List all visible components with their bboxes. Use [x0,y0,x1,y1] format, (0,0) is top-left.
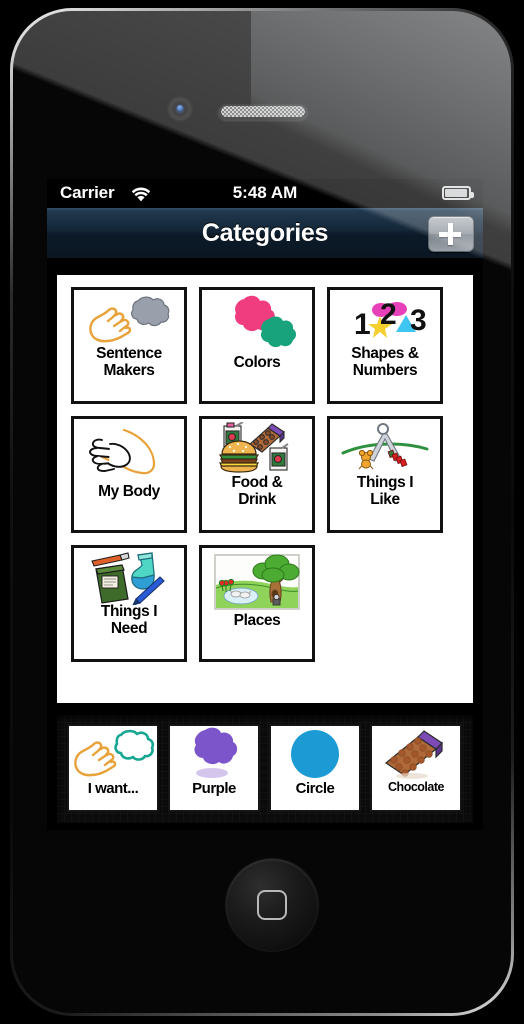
hand-speech-teal-icon [69,726,157,781]
category-cell-places[interactable]: Places [199,545,315,662]
tray-item-label: Circle [295,780,335,797]
category-label-line1: Sentence [96,345,162,362]
category-cell-shapes-numbers[interactable]: 1 2 3 Shapes & Numbers [327,287,443,404]
tray-item-label: I want... [87,780,139,797]
hand-speech-icon [74,294,184,346]
tray-item-circle[interactable]: Circle [269,724,361,812]
blue-circle-icon [271,726,359,781]
hand-foot-icon [74,422,184,484]
tray-item-chocolate[interactable]: Chocolate [370,724,462,812]
svg-text:2: 2 [380,298,397,331]
battery-icon [442,186,474,200]
home-button-square [257,890,287,920]
category-cell-things-i-need[interactable]: Things I Need [71,545,187,662]
earpiece-speaker-icon [218,103,308,120]
svg-text:3: 3 [410,304,427,337]
category-cell-my-body[interactable]: My Body [71,416,187,533]
tray-item-purple[interactable]: Purple [168,724,260,812]
burger-drink-icon [202,422,312,475]
device-glass: Carrier 5:48 AM Categories Sentence Make… [13,11,511,1013]
home-button-icon[interactable] [226,859,318,951]
add-category-button[interactable] [428,216,474,252]
camera-icon [170,99,190,119]
category-label-line2: Makers [103,361,155,379]
category-cell-things-i-like[interactable]: Things I Like [327,416,443,533]
phone-screen: Carrier 5:48 AM Categories Sentence Make… [47,179,483,830]
purple-blob-icon [170,726,258,781]
book-sock-icon [74,552,184,605]
category-label-line1: Things I [100,603,158,620]
category-label-line1: Colors [233,354,281,371]
category-cell-sentence-makers[interactable]: Sentence Makers [71,287,187,404]
category-label-line1: Places [233,612,281,629]
clock-label: 5:48 AM [232,183,298,202]
category-label-line2: Need [110,619,148,637]
category-label-line2: Drink [238,490,276,508]
tray-item-i-want[interactable]: I want... [67,724,159,812]
categories-grid: Sentence Makers Colors 1 2 3 Shapes & Nu… [57,275,473,662]
sentence-tray: I want... Purple Circle Chocolate [57,715,473,823]
plus-icon-vertical [447,223,453,245]
category-label-line1: My Body [98,483,160,500]
category-label-line2: Numbers [352,361,418,379]
shapes-numbers-icon: 1 2 3 [330,294,440,346]
category-label-line1: Food & [231,474,283,491]
category-label-line1: Things I [356,474,414,491]
category-cell-colors[interactable]: Colors [199,287,315,404]
toys-icon [330,423,440,475]
category-label-line1: Shapes & [351,345,419,362]
category-cell-food-drink[interactable]: Food & Drink [199,416,315,533]
svg-text:1: 1 [354,308,371,341]
sentence-tray-row: I want... Purple Circle Chocolate [57,715,473,812]
category-label-line2: Like [370,490,400,508]
paint-blobs-icon [202,293,312,355]
categories-scroll-area[interactable]: Sentence Makers Colors 1 2 3 Shapes & Nu… [57,275,473,703]
chocolate-bar-icon [372,726,460,781]
navigation-bar: Categories [47,208,483,259]
tray-item-label: Chocolate [388,780,444,794]
device-frame: Carrier 5:48 AM Categories Sentence Make… [10,8,514,1016]
page-title: Categories [201,219,329,247]
status-bar: Carrier 5:48 AM [47,179,483,208]
park-scene-icon [202,551,312,613]
tray-item-label: Purple [192,780,236,797]
